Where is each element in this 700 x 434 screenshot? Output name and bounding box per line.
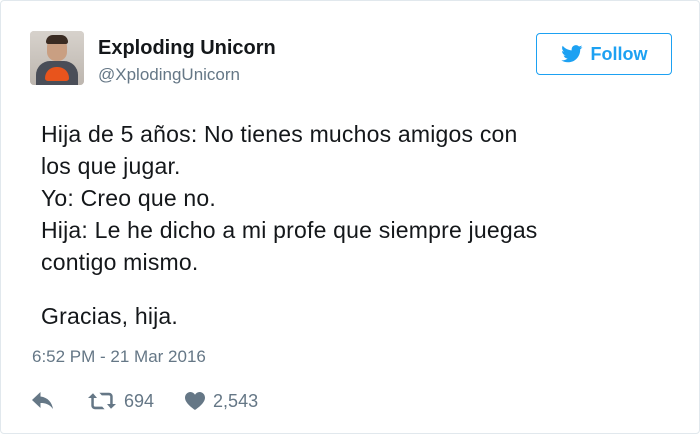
like-count: 2,543: [213, 390, 259, 411]
like-button[interactable]: 2,543: [185, 391, 258, 412]
retweet-icon: [88, 391, 116, 411]
tweet-text: Hija de 5 años: No tienes muchos amigos …: [41, 118, 681, 332]
tweet-line: Hija: Le he dicho a mi profe que siempre…: [41, 217, 538, 243]
tweet-actions: 694 2,543: [32, 389, 258, 413]
tweet-line: Hija de 5 años: No tienes muchos amigos …: [41, 121, 518, 147]
tweet-line: Yo: Creo que no.: [41, 185, 216, 211]
twitter-bird-icon: [560, 45, 583, 63]
helmet-shape: [45, 67, 69, 81]
tweet-timestamp[interactable]: 6:52 PM - 21 Mar 2016: [32, 347, 206, 367]
follow-button[interactable]: Follow: [536, 33, 672, 75]
tweet-line: Gracias, hija.: [41, 303, 179, 329]
tweet-line: los que jugar.: [41, 153, 181, 179]
user-display-name[interactable]: Exploding Unicorn: [98, 37, 276, 60]
tweet-card: Exploding Unicorn @XplodingUnicorn Follo…: [0, 0, 700, 434]
user-handle[interactable]: @XplodingUnicorn: [98, 65, 240, 85]
reply-icon: [32, 392, 54, 410]
retweet-count: 694: [124, 390, 155, 411]
follow-label: Follow: [590, 43, 648, 64]
heart-icon: [185, 392, 206, 410]
avatar[interactable]: [30, 31, 84, 85]
tweet-line: contigo mismo.: [41, 249, 199, 275]
reply-button[interactable]: [32, 392, 54, 410]
retweet-button[interactable]: 694: [88, 391, 154, 412]
